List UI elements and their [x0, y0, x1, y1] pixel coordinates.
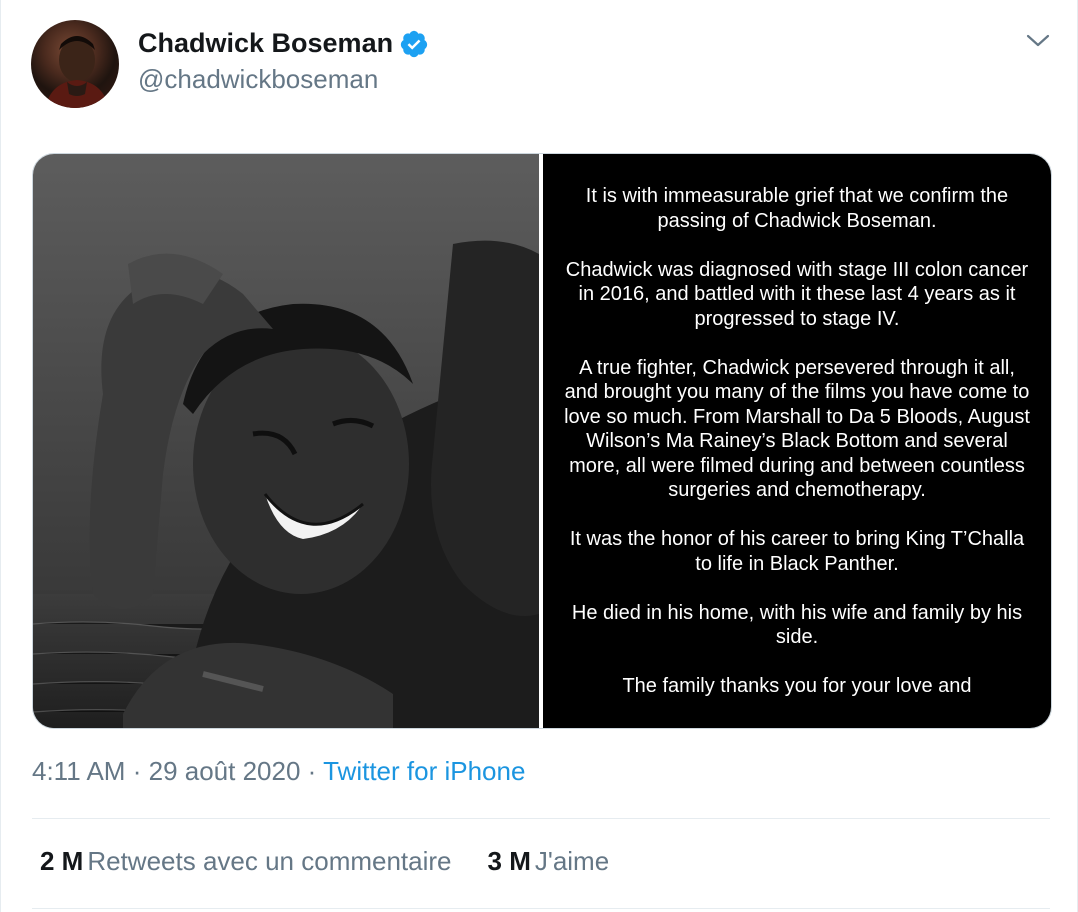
tweet-card: Chadwick Boseman @chadwickboseman It is …: [0, 0, 1078, 912]
statement-paragraph: The family thanks you for your love and: [622, 675, 972, 697]
tweet-source-link[interactable]: Twitter for iPhone: [323, 756, 525, 786]
statement-paragraph: He died in his home, with his wife and f…: [571, 601, 1023, 649]
author-name-row: Chadwick Boseman: [138, 28, 429, 59]
likes-label: J'aime: [534, 846, 610, 876]
verified-badge-icon: [399, 29, 429, 59]
author-display-name[interactable]: Chadwick Boseman: [138, 28, 393, 59]
divider: [32, 818, 1050, 819]
statement-paragraph: It was the honor of his career to bring …: [569, 528, 1025, 575]
tweet-date[interactable]: 29 août 2020: [149, 756, 301, 786]
author-handle[interactable]: @chadwickboseman: [138, 64, 378, 95]
statement-paragraph: Chadwick was diagnosed with stage III co…: [565, 258, 1029, 330]
likes-count: 3 M: [487, 846, 531, 876]
tweet-stats: 2 M Retweets avec un commentaire 3 M J'aim…: [40, 846, 609, 877]
meta-separator: ·: [307, 756, 317, 786]
avatar[interactable]: [31, 20, 119, 108]
tweet-media: It is with immeasurable grief that we co…: [32, 153, 1052, 729]
statement-image[interactable]: It is with immeasurable grief that we co…: [543, 154, 1051, 728]
retweets-label: Retweets avec un commentaire: [87, 846, 452, 876]
statement-paragraph: A true fighter, Chadwick persevered thro…: [564, 356, 1030, 502]
tweet-time[interactable]: 4:11 AM: [32, 756, 125, 786]
retweets-count: 2 M: [40, 846, 84, 876]
portrait-photo[interactable]: [33, 154, 539, 728]
avatar-portrait: [45, 36, 109, 108]
chevron-down-icon[interactable]: [1025, 30, 1051, 50]
likes-stat[interactable]: 3 M J'aime: [488, 846, 610, 877]
retweets-stat[interactable]: 2 M Retweets avec un commentaire: [40, 846, 452, 877]
divider: [32, 908, 1050, 909]
statement-paragraph: It is with immeasurable grief that we co…: [585, 185, 1009, 232]
portrait-illustration: [33, 240, 539, 728]
tweet-metadata: 4:11 AM · 29 août 2020 · Twitter for iPh…: [32, 756, 525, 787]
meta-separator: ·: [132, 756, 142, 786]
